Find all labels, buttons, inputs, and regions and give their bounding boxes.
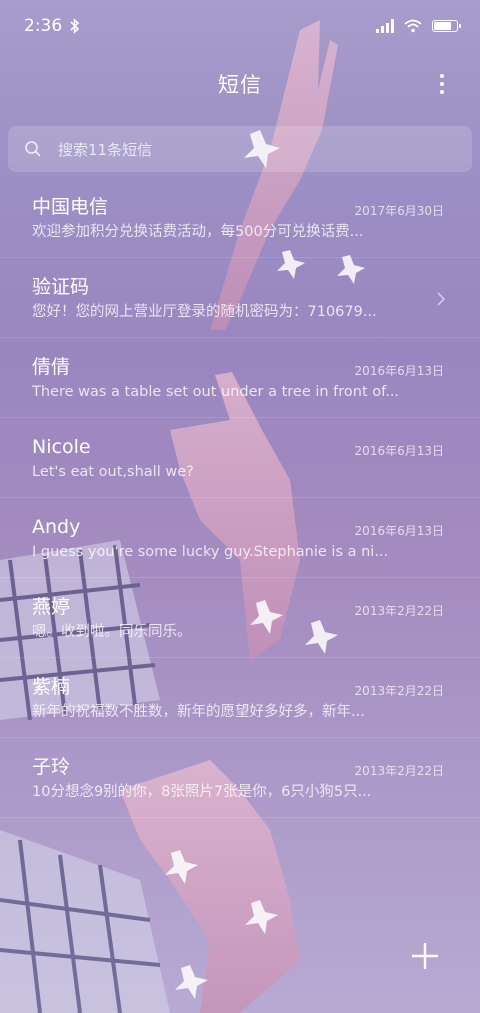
page-title: 短信 — [218, 73, 262, 97]
message-date: 2013年2月22日 — [354, 604, 444, 618]
message-date: 2016年6月13日 — [354, 524, 444, 538]
conversation-item[interactable]: 中国电信 2017年6月30日 欢迎参加积分兑换话费活动，每500分可兑换话费.… — [0, 178, 480, 258]
conversation-item[interactable]: 燕婷 2013年2月22日 嗯。收到啦。同乐同乐。 — [0, 578, 480, 658]
message-date: 2017年6月30日 — [354, 204, 444, 218]
message-preview: 您好！您的网上营业厅登录的随机密码为：710679... — [32, 304, 377, 320]
message-date: 2013年2月22日 — [354, 684, 444, 698]
conversation-item[interactable]: Nicole 2016年6月13日 Let's eat out,shall we… — [0, 418, 480, 498]
status-time: 2:36 — [24, 16, 63, 36]
status-bar: 2:36 — [0, 0, 480, 52]
message-preview: I guess you're some lucky guy.Stephanie … — [32, 544, 389, 560]
message-date: 2016年6月13日 — [354, 444, 444, 458]
more-options-button[interactable] — [428, 70, 456, 98]
message-preview: 欢迎参加积分兑换话费活动，每500分可兑换话费... — [32, 224, 364, 240]
contact-name: 验证码 — [32, 276, 90, 298]
search-placeholder: 搜索11条短信 — [58, 140, 153, 159]
status-right — [376, 19, 461, 33]
new-message-button[interactable] — [410, 941, 440, 971]
conversation-item[interactable]: 倩倩 2016年6月13日 There was a table set out … — [0, 338, 480, 418]
conversation-item[interactable]: 子玲 2013年2月22日 10分想念9别的你，8张照片7张是你，6只小狗5只.… — [0, 738, 480, 818]
search-icon — [25, 141, 41, 157]
chevron-right-icon — [437, 292, 446, 306]
battery-icon — [432, 20, 461, 32]
bluetooth-icon — [70, 18, 80, 34]
more-vertical-icon — [440, 74, 444, 78]
conversation-item[interactable]: 验证码 您好！您的网上营业厅登录的随机密码为：710679... — [0, 258, 480, 338]
conversation-item[interactable]: 紫楠 2013年2月22日 新年的祝福数不胜数，新年的愿望好多好多，新年... — [0, 658, 480, 738]
more-dot — [440, 90, 444, 94]
message-preview: 10分想念9别的你，8张照片7张是你，6只小狗5只... — [32, 784, 372, 800]
status-left: 2:36 — [24, 16, 80, 36]
signal-icon — [376, 19, 394, 33]
wifi-icon — [404, 19, 422, 33]
message-date: 2013年2月22日 — [354, 764, 444, 778]
message-preview: 新年的祝福数不胜数，新年的愿望好多好多，新年... — [32, 704, 365, 720]
message-date: 2016年6月13日 — [354, 364, 444, 378]
message-preview: 嗯。收到啦。同乐同乐。 — [32, 624, 192, 640]
header: 短信 — [0, 60, 480, 108]
search-input[interactable]: 搜索11条短信 — [8, 126, 472, 172]
message-preview: Let's eat out,shall we? — [32, 464, 194, 480]
message-preview: There was a table set out under a tree i… — [32, 384, 400, 400]
conversation-list: 中国电信 2017年6月30日 欢迎参加积分兑换话费活动，每500分可兑换话费.… — [0, 178, 480, 818]
plus-icon — [412, 943, 438, 969]
more-dot — [440, 82, 444, 86]
conversation-item[interactable]: Andy 2016年6月13日 I guess you're some luck… — [0, 498, 480, 578]
